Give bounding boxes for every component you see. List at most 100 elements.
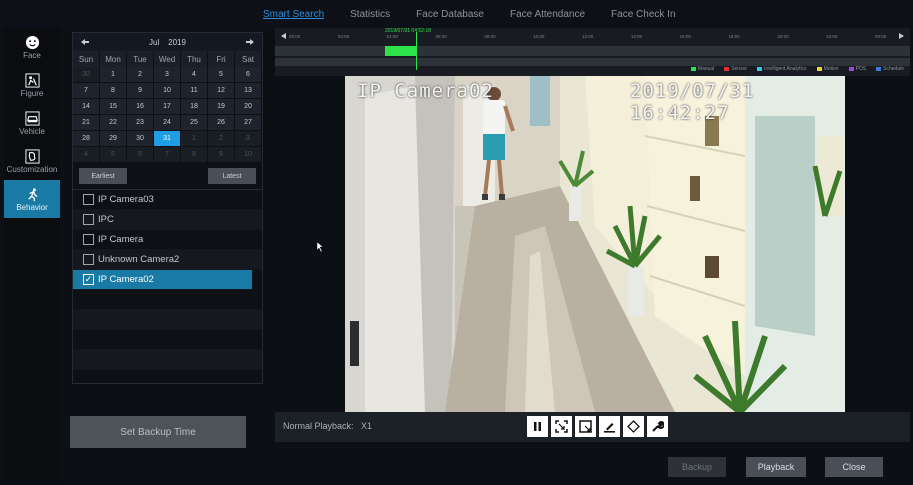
zoom-area-button[interactable] [551, 416, 572, 437]
calendar-day[interactable]: 16 [127, 99, 154, 115]
calendar-day[interactable]: 24 [154, 115, 181, 131]
calendar-day[interactable]: 7 [154, 147, 181, 163]
timeline[interactable]: 00:00 02:00 04:00 06:00 08:00 10:00 12:00 14:00… [275, 28, 910, 76]
latest-button[interactable]: Latest [208, 168, 256, 184]
camera-list-item[interactable]: IP Camera [73, 230, 262, 250]
settings-button[interactable] [647, 416, 668, 437]
nav-item-face[interactable]: Face [4, 28, 60, 66]
calendar-day[interactable]: 5 [208, 67, 235, 83]
camera-list-item[interactable]: IP Camera03 [73, 190, 262, 210]
calendar-day[interactable]: 29 [100, 131, 127, 147]
calendar-day[interactable]: 28 [73, 131, 100, 147]
calendar-day[interactable]: 17 [154, 99, 181, 115]
calendar-day[interactable]: 5 [100, 147, 127, 163]
calendar-day[interactable]: 8 [181, 147, 208, 163]
timeline-prev-icon[interactable] [281, 33, 286, 41]
weekday-header: Tue [127, 51, 154, 67]
camera-list-item[interactable]: IPC [73, 210, 262, 230]
prev-month-icon[interactable] [81, 38, 89, 47]
calendar-day[interactable]: 19 [208, 99, 235, 115]
legend-swatch [848, 66, 854, 71]
playback-button[interactable]: Playback [746, 457, 806, 477]
camera-list-item[interactable]: Unknown Camera2 [73, 250, 262, 270]
region-select-icon [579, 420, 592, 433]
calendar-day[interactable]: 14 [73, 99, 100, 115]
calendar-day[interactable]: 27 [235, 115, 262, 131]
tab-statistics[interactable]: Statistics [337, 9, 403, 20]
weekday-header: Wed [154, 51, 181, 67]
nav-label: Customization [6, 165, 58, 174]
set-backup-time-button[interactable]: Set Backup Time [70, 416, 246, 448]
nav-item-customization[interactable]: Customization [4, 142, 60, 180]
earliest-button[interactable]: Earliest [79, 168, 127, 184]
checkbox-icon[interactable] [83, 214, 94, 225]
calendar-day[interactable]: 23 [127, 115, 154, 131]
calendar-day[interactable]: 6 [127, 147, 154, 163]
draw-line-button[interactable] [599, 416, 620, 437]
calendar-day[interactable]: 10 [154, 83, 181, 99]
calendar-day[interactable]: 3 [235, 131, 262, 147]
calendar-day[interactable]: 6 [235, 67, 262, 83]
calendar-day[interactable]: 8 [100, 83, 127, 99]
draw-area-button[interactable] [623, 416, 644, 437]
calendar-day[interactable]: 25 [181, 115, 208, 131]
legend-label: Schedule [883, 66, 904, 72]
camera-name: IP Camera02 [98, 274, 154, 285]
pen-icon [604, 423, 615, 433]
calendar-day[interactable]: 12 [208, 83, 235, 99]
empty-list-row [73, 330, 262, 350]
calendar-day[interactable]: 2 [127, 67, 154, 83]
calendar-day[interactable]: 9 [127, 83, 154, 99]
calendar-day[interactable]: 18 [181, 99, 208, 115]
pause-button[interactable] [527, 416, 548, 437]
backup-button[interactable]: Backup [668, 457, 726, 477]
checkbox-icon[interactable] [83, 194, 94, 205]
timeline-timestamp: 2019/07/31 04:52:18 [385, 28, 431, 34]
behavior-icon [24, 186, 40, 202]
legend-label: Manual [697, 66, 715, 72]
calendar-day[interactable]: 30 [73, 67, 100, 83]
checkbox-checked-icon[interactable]: ✓ [83, 274, 94, 285]
calendar-day[interactable]: 4 [181, 67, 208, 83]
legend-swatch [816, 66, 822, 71]
tab-face-check-in[interactable]: Face Check In [598, 9, 688, 20]
osd-camera-name: IP Camera02 [357, 80, 494, 102]
calendar-day[interactable]: 1 [181, 131, 208, 147]
figure-icon [24, 72, 40, 88]
calendar-day[interactable]: 7 [73, 83, 100, 99]
timeline-cursor[interactable] [416, 32, 417, 70]
calendar-day[interactable]: 13 [235, 83, 262, 99]
close-button[interactable]: Close [825, 457, 883, 477]
tab-face-database[interactable]: Face Database [403, 9, 497, 20]
tab-smart-search[interactable]: Smart Search [250, 9, 337, 20]
calendar-day[interactable]: 15 [100, 99, 127, 115]
checkbox-icon[interactable] [83, 234, 94, 245]
playback-mode-label: Normal Playback: X1 [283, 421, 372, 431]
nav-item-figure[interactable]: Figure [4, 66, 60, 104]
calendar-day[interactable]: 2 [208, 131, 235, 147]
calendar-day[interactable]: 11 [181, 83, 208, 99]
calendar-day[interactable]: 22 [100, 115, 127, 131]
checkbox-icon[interactable] [83, 254, 94, 265]
region-select-button[interactable] [575, 416, 596, 437]
timeline-record-segment [385, 46, 417, 56]
calendar-day[interactable]: 21 [73, 115, 100, 131]
calendar-day[interactable]: 20 [235, 99, 262, 115]
next-month-icon[interactable] [245, 38, 254, 47]
calendar-day[interactable]: 26 [208, 115, 235, 131]
mouse-cursor-icon [317, 242, 324, 252]
calendar-day[interactable]: 9 [208, 147, 235, 163]
calendar-day[interactable]: 4 [73, 147, 100, 163]
nav-item-vehicle[interactable]: Vehicle [4, 104, 60, 142]
timeline-next-icon[interactable] [899, 33, 904, 41]
calendar-day[interactable]: 30 [127, 131, 154, 147]
calendar-day[interactable]: 31 [154, 131, 181, 147]
camera-list-item[interactable]: ✓ IP Camera02 [73, 270, 252, 290]
nav-item-behavior[interactable]: Behavior [4, 180, 60, 218]
calendar-day[interactable]: 1 [100, 67, 127, 83]
video-view[interactable]: IP Camera02 2019/07/31 16:42:27 [345, 76, 845, 412]
calendar-day[interactable]: 3 [154, 67, 181, 83]
timeline-track[interactable] [275, 46, 910, 56]
calendar-day[interactable]: 10 [235, 147, 262, 163]
tab-face-attendance[interactable]: Face Attendance [497, 9, 598, 20]
